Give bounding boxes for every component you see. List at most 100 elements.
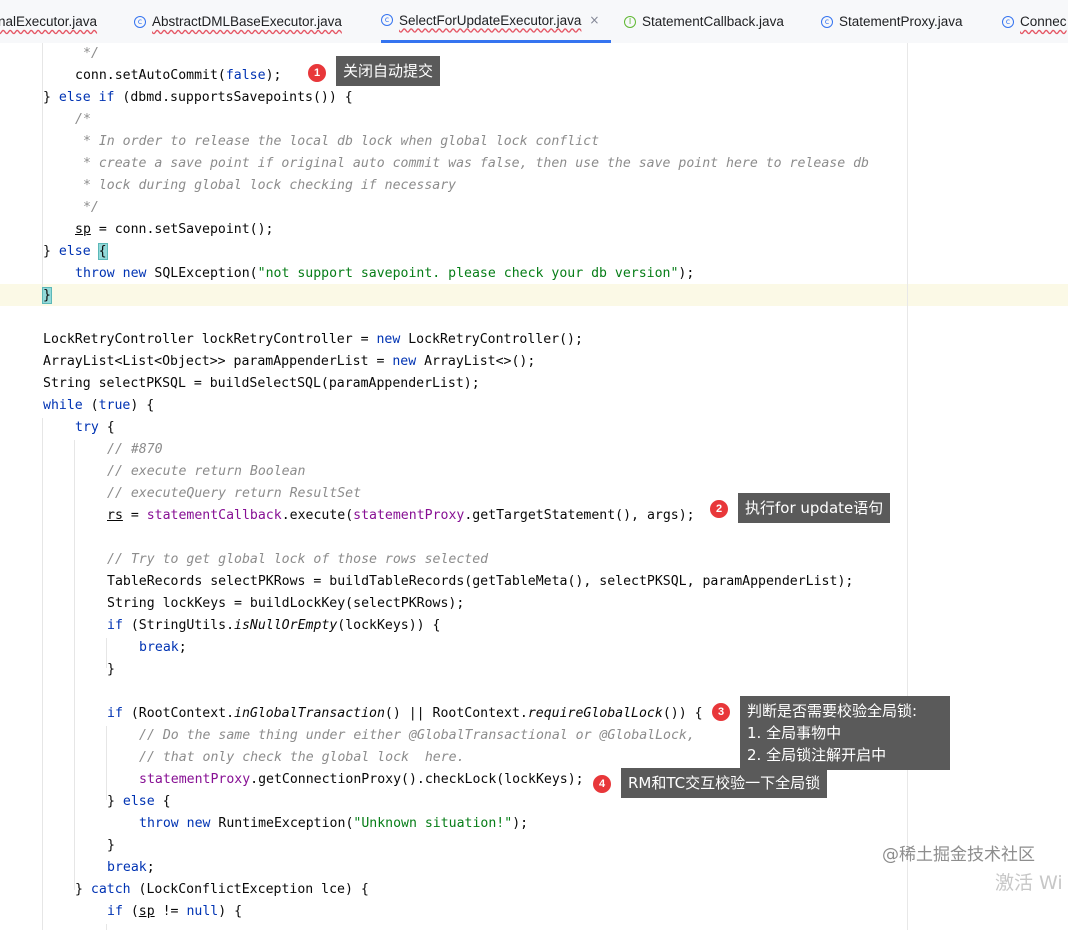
comment-text: * create a save point if original auto c… (75, 156, 869, 171)
code-text: ); (678, 266, 695, 281)
code-text: LockRetryController lockRetryController … (43, 332, 377, 347)
code-text: .getTargetStatement(), args); (464, 508, 695, 523)
editor-tab-bar: nalExecutor.java c AbstractDMLBaseExecut… (0, 0, 1068, 44)
variable: rs (107, 508, 123, 523)
code-line: String lockKeys = buildLockKey(selectPKR… (0, 593, 464, 615)
matched-brace: } (42, 287, 52, 304)
annotation-badge-4: 4 (592, 774, 612, 794)
tab-connection[interactable]: c Connec (1002, 0, 1068, 43)
code-text: RuntimeException( (210, 816, 354, 831)
code-line: * lock during global lock checking if ne… (0, 175, 456, 197)
field: statementProxy (353, 508, 465, 523)
code-text: (dbmd.supportsSavepoints()) { (114, 90, 353, 105)
code-line: } (0, 285, 52, 307)
comment-text: // execute return Boolean (107, 464, 306, 479)
code-line: String selectPKSQL = buildSelectSQL(para… (0, 373, 480, 395)
keyword: while (43, 398, 83, 413)
indent-guide (106, 924, 107, 930)
annotation-badge-1: 1 (307, 63, 327, 83)
keyword: false (225, 68, 266, 83)
code-line: // Do the same thing under either @Globa… (0, 725, 695, 747)
comment-text: // Do the same thing under either @Globa… (139, 728, 695, 743)
comment-text: // #870 (107, 442, 163, 457)
tab-label: nalExecutor.java (0, 14, 98, 29)
variable: sp (138, 904, 155, 919)
code-text: ArrayList<>(); (416, 354, 536, 369)
code-text: conn.setAutoCommit( (75, 68, 226, 83)
keyword: else if (58, 90, 115, 105)
tab-label: Connec (1020, 14, 1067, 29)
comment-text: * lock during global lock checking if ne… (75, 178, 457, 193)
code-text: String lockKeys = buildLockKey(selectPKR… (107, 596, 465, 611)
code-text: != (154, 904, 187, 919)
comment-text: */ (75, 200, 99, 215)
matched-brace: { (97, 243, 108, 260)
tab-select-for-update-executor[interactable]: c SelectForUpdateExecutor.java × (381, 0, 611, 43)
class-icon: c (134, 15, 146, 28)
class-icon: c (1002, 15, 1014, 28)
code-line: while (true) { (0, 395, 154, 417)
code-text: (lockKeys)) { (337, 618, 441, 633)
code-line: LockRetryController lockRetryController … (0, 329, 583, 351)
code-text: = (122, 508, 147, 523)
code-text: ArrayList<List<Object>> paramAppenderLis… (43, 354, 393, 369)
field: statementCallback (146, 508, 282, 523)
code-line: */ (0, 43, 99, 65)
keyword: break (107, 860, 147, 875)
code-line: } (0, 835, 115, 857)
code-line: throw new SQLException("not support save… (0, 263, 694, 285)
code-text: ) { (218, 904, 243, 919)
tab-statement-callback[interactable]: I StatementCallback.java (624, 0, 804, 43)
code-line: if (RootContext.inGlobalTransaction() ||… (0, 703, 703, 725)
code-text: TableRecords selectPKRows = buildTableRe… (107, 574, 854, 589)
keyword: if (107, 706, 123, 721)
code-text: LockRetryController(); (400, 332, 583, 347)
static-method: requireGlobalLock (527, 706, 663, 721)
tab-statement-proxy[interactable]: c StatementProxy.java (821, 0, 981, 43)
keyword: throw new (75, 266, 147, 281)
code-line: // executeQuery return ResultSet (0, 483, 361, 505)
code-line: } else { (0, 241, 108, 263)
right-margin-guide (907, 43, 908, 930)
interface-icon: I (624, 15, 636, 28)
class-icon: c (381, 14, 393, 26)
code-line: break; (0, 637, 187, 659)
code-line: } else { (0, 791, 171, 813)
code-text: (LockConflictException lce) { (130, 882, 369, 897)
keyword: else (122, 794, 155, 809)
annotation-note-3: 判断是否需要校验全局锁: 1. 全局事物中 2. 全局锁注解开启中 (740, 696, 950, 770)
keyword: if (107, 904, 123, 919)
keyword: try (75, 420, 99, 435)
variable: sp (75, 222, 91, 237)
code-line: break; (0, 857, 155, 879)
comment-text: // executeQuery return ResultSet (107, 486, 362, 501)
keyword: null (186, 904, 219, 919)
static-method: isNullOrEmpty (234, 618, 338, 633)
comment-text: /* (75, 112, 91, 127)
code-text: ; (146, 860, 155, 875)
tab-label: StatementCallback.java (642, 14, 784, 29)
code-line: } (0, 659, 115, 681)
keyword: new (392, 354, 417, 369)
tab-label: AbstractDMLBaseExecutor.java (152, 14, 342, 29)
code-editor[interactable]: */ conn.setAutoCommit(false); } else if … (0, 43, 1068, 930)
keyword: catch (90, 882, 131, 897)
close-icon[interactable]: × (589, 13, 599, 27)
code-line: // that only check the global lock here. (0, 747, 465, 769)
code-text: ); (512, 816, 529, 831)
code-line: if (StringUtils.isNullOrEmpty(lockKeys))… (0, 615, 440, 637)
class-icon: c (821, 15, 833, 28)
keyword: throw new (139, 816, 211, 831)
watermark-text: @稀土掘金技术社区 (882, 845, 1035, 865)
code-line: TableRecords selectPKRows = buildTableRe… (0, 571, 853, 593)
tab-nal-executor[interactable]: nalExecutor.java (0, 0, 116, 43)
code-line: ArrayList<List<Object>> paramAppenderLis… (0, 351, 535, 373)
keyword: true (98, 398, 131, 413)
keyword: else (58, 244, 91, 259)
tab-abstract-dml-base-executor[interactable]: c AbstractDMLBaseExecutor.java (134, 0, 362, 43)
code-line: } catch (LockConflictException lce) { (0, 879, 369, 901)
comment-text: // Try to get global lock of those rows … (107, 552, 489, 567)
code-line: // Try to get global lock of those rows … (0, 549, 488, 571)
static-method: inGlobalTransaction (234, 706, 385, 721)
